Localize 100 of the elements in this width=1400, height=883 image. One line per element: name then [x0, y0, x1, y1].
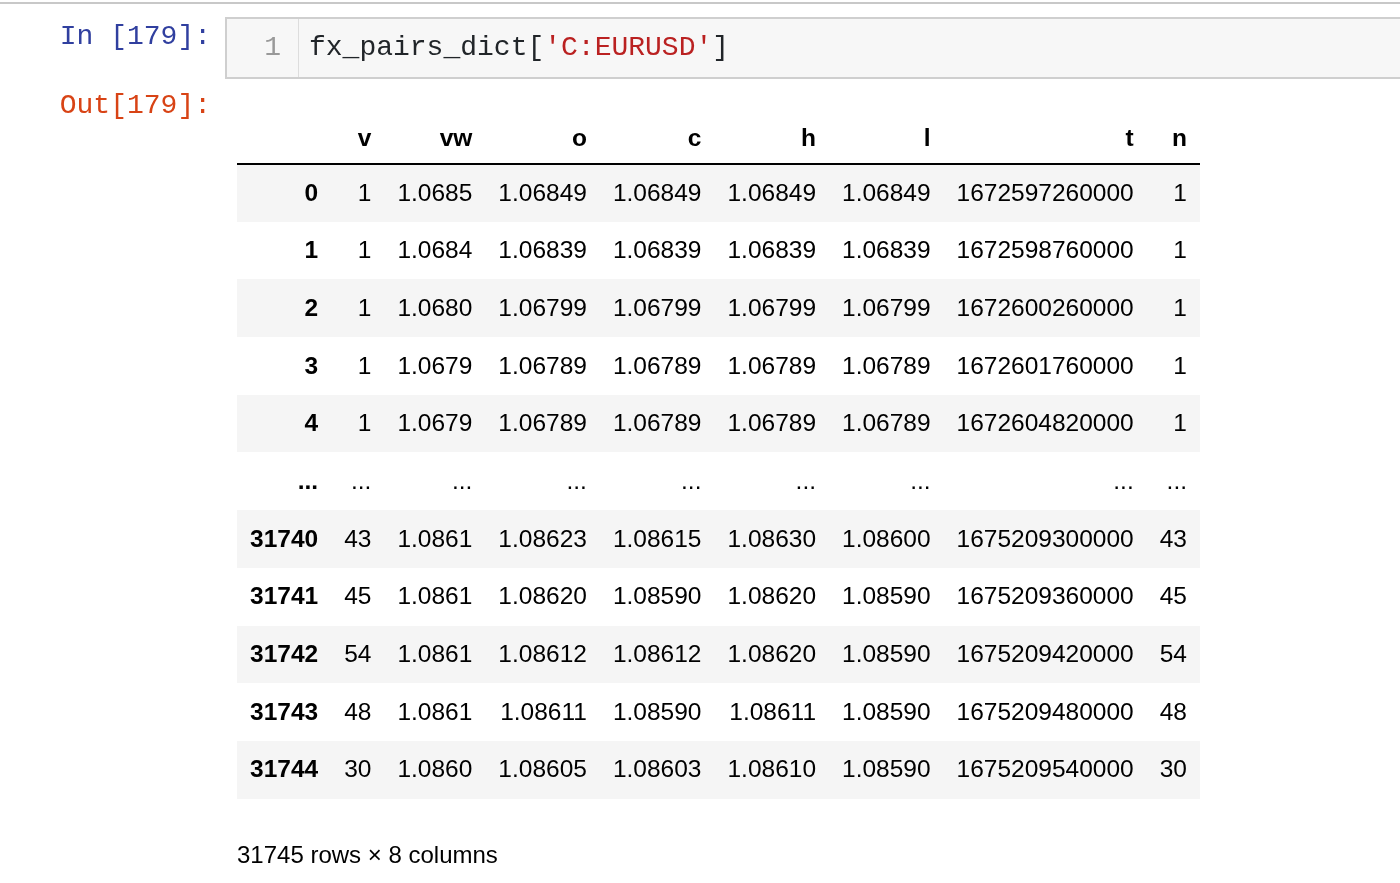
table-cell: 1.06789 — [485, 337, 600, 395]
table-cell: 1.08630 — [714, 510, 830, 568]
table-cell: 1.06789 — [714, 394, 830, 453]
table-cell: 1.0861 — [384, 683, 486, 741]
table-cell: 1672600260000 — [943, 279, 1147, 338]
table-cell: 1.06839 — [714, 221, 830, 280]
table-cell: 54 — [1146, 625, 1200, 684]
table-cell: 1 — [331, 279, 385, 338]
table-cell: 1.06789 — [599, 394, 715, 453]
table-cell: 1.06799 — [485, 279, 600, 338]
table-cell: 1 — [1146, 164, 1200, 222]
table-cell: 1 — [331, 337, 385, 395]
table-cell: 54 — [331, 625, 385, 684]
row-index: 1 — [237, 221, 332, 280]
table-cell: 1.08611 — [485, 683, 600, 741]
table-cell: ... — [384, 452, 486, 511]
row-index: 31741 — [237, 567, 332, 626]
table-cell: 1 — [1146, 279, 1200, 338]
table-cell: 1.08612 — [599, 625, 715, 684]
table-cell: 1.06789 — [599, 337, 715, 395]
code-input-cell[interactable]: 1 fx_pairs_dict['C:EURUSD'] — [225, 17, 1400, 79]
row-index: 4 — [237, 394, 332, 453]
row-index: 2 — [237, 279, 332, 338]
table-cell: 1.08590 — [829, 683, 944, 741]
table-cell: ... — [331, 452, 385, 511]
table-cell: 1675209420000 — [943, 625, 1147, 684]
table-cell: ... — [943, 452, 1147, 511]
table-cell: 1.08590 — [599, 567, 715, 626]
table-cell: 1.06789 — [829, 337, 944, 395]
table-cell: 1 — [331, 221, 385, 280]
table-cell: 1.08590 — [829, 740, 944, 799]
table-cell: 1672601760000 — [943, 337, 1147, 395]
table-cell: 1.0680 — [384, 279, 486, 338]
table-cell: 48 — [331, 683, 385, 741]
output-prompt: Out[179]: — [58, 89, 212, 123]
table-cell: 1.08590 — [829, 567, 944, 626]
table-cell: 1.0861 — [384, 510, 486, 568]
table-cell: ... — [599, 452, 715, 511]
table-cell: 1675209540000 — [943, 740, 1147, 799]
table-cell: 1.0861 — [384, 625, 486, 684]
table-cell: 1 — [1146, 221, 1200, 280]
table-cell: 1.06789 — [829, 394, 944, 453]
table-cell: 1 — [1146, 394, 1200, 453]
table-cell: 1.08590 — [599, 683, 715, 741]
table-cell: 1675209360000 — [943, 567, 1147, 626]
row-index: 31743 — [237, 683, 332, 741]
row-index: 31744 — [237, 740, 332, 799]
table-cell: ... — [714, 452, 830, 511]
table-cell: ... — [485, 452, 600, 511]
table-cell: 43 — [331, 510, 385, 568]
table-cell: 1.08615 — [599, 510, 715, 568]
table-cell: 1.08620 — [714, 567, 830, 626]
table-cell: 1.08620 — [714, 625, 830, 684]
table-cell: 1672598760000 — [943, 221, 1147, 280]
table-cell: 1 — [331, 394, 385, 453]
table-cell: 1.08611 — [714, 683, 830, 741]
code-line: fx_pairs_dict['C:EURUSD'] — [308, 31, 730, 65]
row-index: 3 — [237, 337, 332, 395]
table-cell: 1.0679 — [384, 337, 486, 395]
table-cell: 1.06839 — [829, 221, 944, 280]
table-cell: 1.08610 — [714, 740, 830, 799]
table-cell: 1672597260000 — [943, 164, 1147, 222]
table-cell: 1.0685 — [384, 164, 486, 222]
table-cell: 1.08612 — [485, 625, 600, 684]
table-cell: 30 — [1146, 740, 1200, 799]
table-cell: 1.06849 — [829, 164, 944, 222]
table-cell: 45 — [1146, 567, 1200, 626]
table-cell: 1.08600 — [829, 510, 944, 568]
table-cell: 1.08590 — [829, 625, 944, 684]
row-index: 31742 — [237, 625, 332, 684]
table-cell: 1.08623 — [485, 510, 600, 568]
table-cell: 45 — [331, 567, 385, 626]
table-cell: 1.06839 — [485, 221, 600, 280]
table-cell: 1.06839 — [599, 221, 715, 280]
row-index: ... — [237, 452, 332, 511]
table-cell: 1.0860 — [384, 740, 486, 799]
table-cell: 1.06799 — [599, 279, 715, 338]
table-cell: 1.0684 — [384, 221, 486, 280]
table-cell: 43 — [1146, 510, 1200, 568]
table-cell: ... — [1146, 452, 1200, 511]
table-shape-text: 31745 rows × 8 columns — [237, 839, 499, 870]
table-cell: 1.06849 — [714, 164, 830, 222]
table-cell: 1.06799 — [829, 279, 944, 338]
table-cell: 1.06789 — [485, 394, 600, 453]
table-cell: 48 — [1146, 683, 1200, 741]
row-index: 31740 — [237, 510, 332, 568]
row-index: 0 — [237, 164, 332, 222]
table-cell: 1.08603 — [599, 740, 715, 799]
table-cell: 1675209300000 — [943, 510, 1147, 568]
table-cell: 1.08605 — [485, 740, 600, 799]
table-cell: 30 — [331, 740, 385, 799]
table-cell: 1 — [1146, 337, 1200, 395]
table-cell: 1672604820000 — [943, 394, 1147, 453]
table-cell: 1.08620 — [485, 567, 600, 626]
table-cell: 1.0679 — [384, 394, 486, 453]
table-cell: ... — [829, 452, 944, 511]
table-cell: 1.0861 — [384, 567, 486, 626]
line-number: 1 — [264, 31, 281, 65]
table-cell: 1.06849 — [599, 164, 715, 222]
table-cell: 1.06789 — [714, 337, 830, 395]
